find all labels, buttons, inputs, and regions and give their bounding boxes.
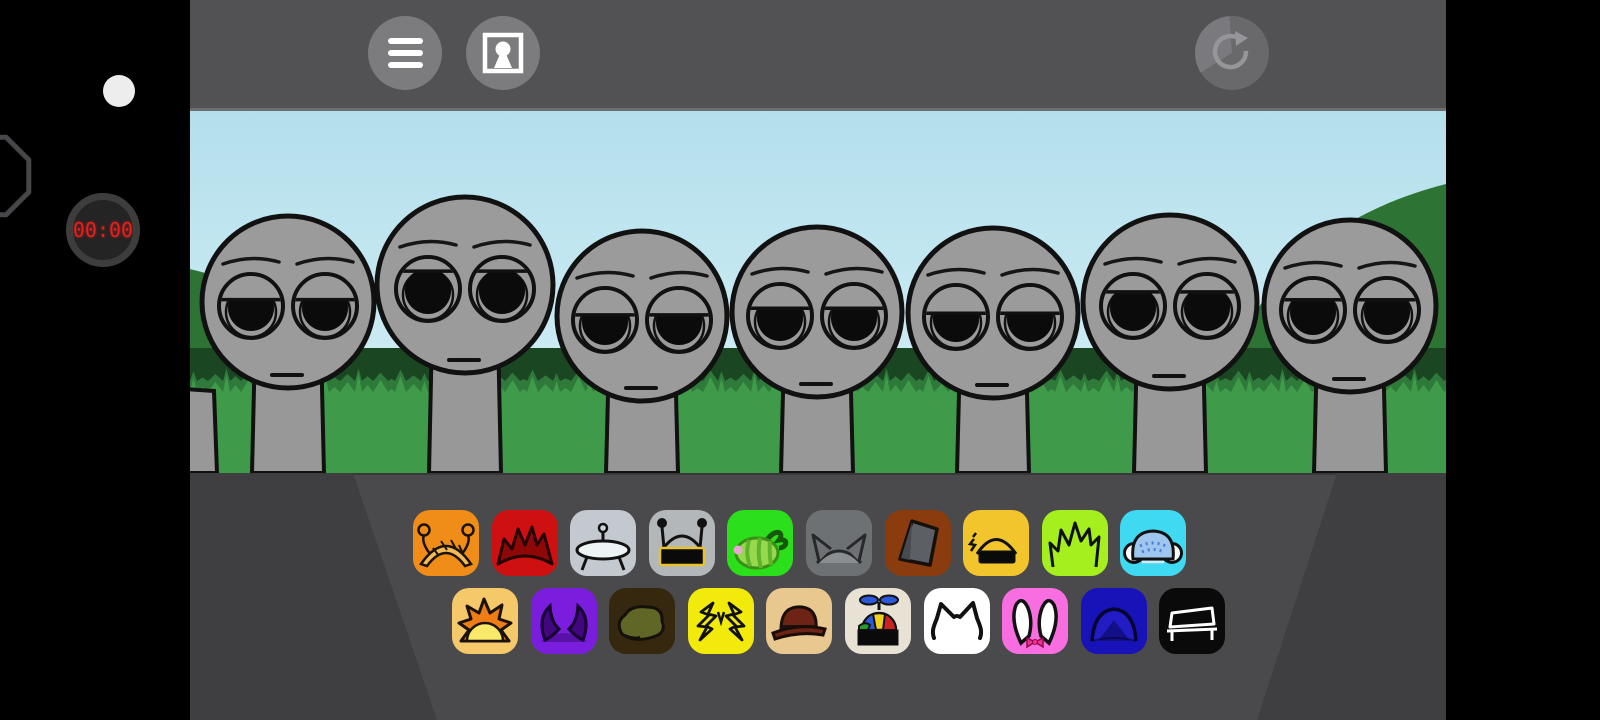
- silver-saucer-icon: [570, 510, 636, 576]
- sound-icon-silver-saucer[interactable]: [570, 510, 636, 576]
- yellow-lightning-icon: [688, 588, 754, 654]
- sound-icon-cyan-cloud[interactable]: [1120, 510, 1186, 576]
- sound-icon-brown-fez[interactable]: [885, 510, 951, 576]
- overlay-octagon-icon[interactable]: [0, 130, 36, 226]
- camera-punch-hole: [103, 75, 135, 107]
- reset-circular-arrow-icon: [1209, 30, 1255, 76]
- dim-cat-ears-icon: [806, 510, 872, 576]
- sound-icon-olive-blob[interactable]: [609, 588, 675, 654]
- sound-icon-propeller-cap[interactable]: [845, 588, 911, 654]
- top-toolbar: [190, 0, 1446, 111]
- sound-icon-fedora[interactable]: [766, 588, 832, 654]
- gray-visor-antennae-icon: [649, 510, 715, 576]
- screen-recorder-timer[interactable]: 00:00: [66, 193, 140, 267]
- sound-icon-purple-horns[interactable]: [531, 588, 597, 654]
- portrait-button[interactable]: [466, 16, 540, 90]
- black-bench-icon: [1159, 588, 1225, 654]
- sound-icon-yellow-lightning[interactable]: [688, 588, 754, 654]
- sound-icon-gold-visor[interactable]: [963, 510, 1029, 576]
- reset-button[interactable]: [1195, 16, 1269, 90]
- game-area: [190, 0, 1446, 720]
- purple-horns-icon: [531, 588, 597, 654]
- sound-row-2: [452, 588, 1225, 654]
- character-0-partial-neck[interactable]: [190, 389, 217, 473]
- sound-row-1: [413, 510, 1186, 576]
- sound-icon-dim-cat-ears[interactable]: [806, 510, 872, 576]
- screen: 00:00: [0, 0, 1600, 720]
- red-spikes-icon: [492, 510, 558, 576]
- sound-icon-blue-hood[interactable]: [1081, 588, 1147, 654]
- sound-icon-green-melon[interactable]: [727, 510, 793, 576]
- blue-hood-icon: [1081, 588, 1147, 654]
- white-cat-ears-icon: [924, 588, 990, 654]
- bunny-ears-icon: [1002, 588, 1068, 654]
- gold-visor-icon: [963, 510, 1029, 576]
- menu-button[interactable]: [368, 16, 442, 90]
- sound-icon-sun[interactable]: [452, 588, 518, 654]
- sun-icon: [452, 588, 518, 654]
- fedora-icon: [766, 588, 832, 654]
- stage: [190, 111, 1446, 473]
- orange-antennae-icon: [413, 510, 479, 576]
- portrait-keyhole-icon: [480, 30, 526, 76]
- sound-icon-white-cat-ears[interactable]: [924, 588, 990, 654]
- cyan-cloud-icon: [1120, 510, 1186, 576]
- brown-fez-icon: [885, 510, 951, 576]
- recorder-time-text: 00:00: [73, 218, 133, 242]
- hamburger-icon: [388, 38, 423, 68]
- sound-icon-lime-spikes[interactable]: [1042, 510, 1108, 576]
- propeller-cap-icon: [845, 588, 911, 654]
- sound-icon-orange-antennae[interactable]: [413, 510, 479, 576]
- olive-blob-icon: [609, 588, 675, 654]
- green-melon-icon: [727, 510, 793, 576]
- lime-spikes-icon: [1042, 510, 1108, 576]
- sound-icon-red-spikes[interactable]: [492, 510, 558, 576]
- sound-icon-gray-visor-antennae[interactable]: [649, 510, 715, 576]
- sound-icon-bunny-ears[interactable]: [1002, 588, 1068, 654]
- sound-icon-black-bench[interactable]: [1159, 588, 1225, 654]
